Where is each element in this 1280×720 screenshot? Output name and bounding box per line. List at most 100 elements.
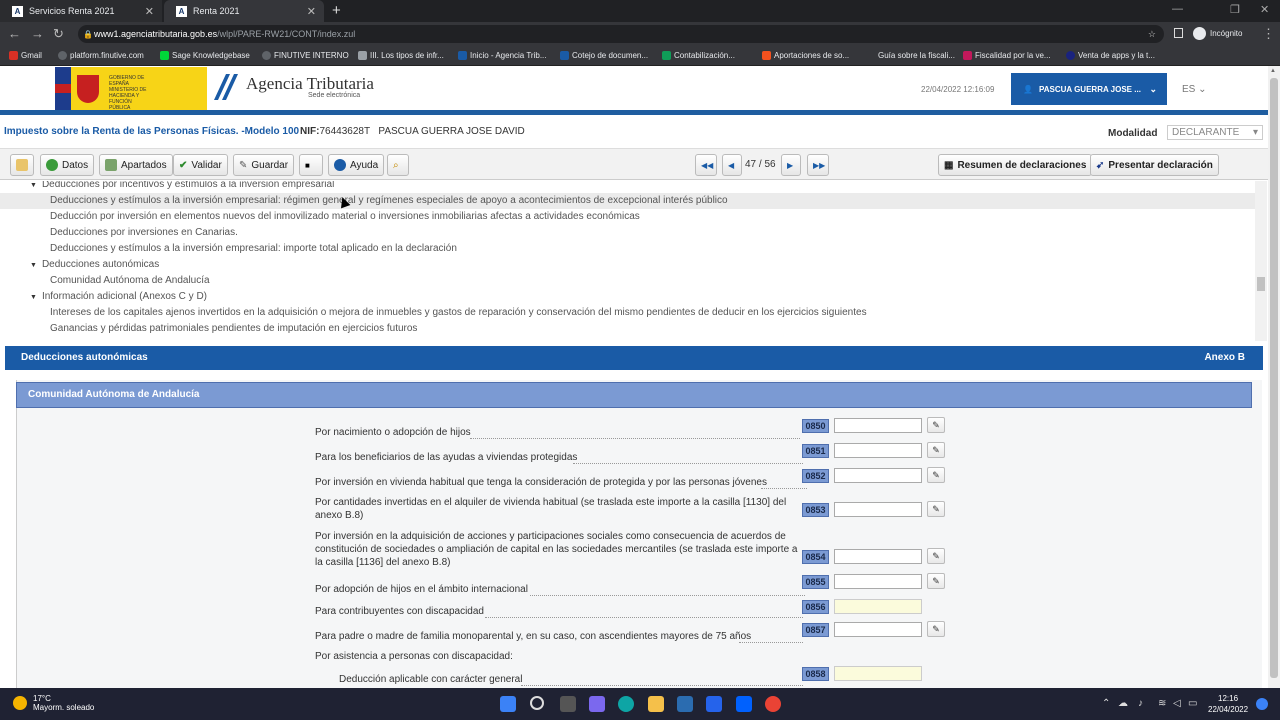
page-scrollbar[interactable]: ▲ [1268, 66, 1280, 688]
agencia-mark-icon [214, 74, 238, 100]
bookmark-item[interactable]: platform.finutive.com [58, 51, 144, 60]
amount-input[interactable] [834, 549, 922, 564]
user-menu-button[interactable]: 👤 PASCUA GUERRA JOSE ... ⌄ [1011, 73, 1167, 105]
prev-page-button[interactable]: ◀ [722, 154, 742, 176]
bookmark-item[interactable]: FINUTIVE INTERNO [262, 51, 349, 60]
start-icon[interactable] [500, 696, 516, 712]
close-tab-icon[interactable]: ✕ [145, 5, 154, 18]
pencil-icon: ✎ [932, 470, 940, 480]
apartados-button[interactable]: Apartados [99, 154, 173, 176]
guardar-button[interactable]: ✎ Guardar [233, 154, 295, 176]
tree-item[interactable]: Deducciones y estímulos a la inversión e… [0, 193, 1255, 209]
weather-widget[interactable]: 17°C Mayorm. soleado [13, 694, 94, 712]
bookmark-item[interactable]: Fiscalidad por la ve... [963, 51, 1051, 60]
bookmark-item[interactable]: Guía sobre la fiscali... [866, 51, 955, 60]
edit-button[interactable]: ✎ [927, 442, 945, 458]
system-clock[interactable]: 12:16 22/04/2022 [1208, 693, 1248, 715]
tree-item[interactable]: Deducciones por inversiones en Canarias. [0, 225, 1255, 241]
tree-item[interactable]: ▼ Deducciones por incentivos y estímulos … [0, 181, 1255, 193]
presentar-button[interactable]: ➹ Presentar declaración [1090, 154, 1219, 176]
search-button[interactable]: ⌕ [387, 154, 409, 176]
bookmark-item[interactable]: III. Los tipos de infr... [358, 51, 444, 60]
tree-item[interactable]: ▼ Deducciones autonómicas [0, 257, 1255, 273]
chrome-icon[interactable] [765, 696, 781, 712]
close-window-icon[interactable]: ✕ [1260, 3, 1269, 16]
ayuda-button[interactable]: Ayuda [328, 154, 385, 176]
ayuda-label: Ayuda [350, 159, 379, 171]
battery-icon[interactable]: ▭ [1188, 698, 1197, 709]
chevron-up-icon[interactable]: ⌃ [1102, 698, 1110, 709]
side-panel-icon[interactable] [1174, 28, 1183, 38]
tree-item[interactable]: Deducción por inversión en elementos nue… [0, 209, 1255, 225]
store-icon[interactable] [677, 696, 693, 712]
amount-input[interactable] [834, 468, 922, 483]
edit-button[interactable]: ✎ [927, 417, 945, 433]
bookmark-item[interactable]: Sage Knowledgebase [160, 51, 250, 60]
edit-button[interactable]: ✎ [927, 467, 945, 483]
menu-dots-icon[interactable]: ⋮ [1262, 26, 1275, 42]
browser-tab-active[interactable]: A Renta 2021 ✕ [164, 0, 324, 22]
minimize-icon[interactable]: — [1172, 3, 1183, 15]
incognito-badge[interactable]: Incógnito [1193, 27, 1242, 40]
pencil-icon: ✎ [932, 576, 940, 586]
bookmark-star-icon[interactable]: ☆ [1148, 29, 1156, 40]
edit-button[interactable]: ✎ [927, 621, 945, 637]
dropbox-icon[interactable] [736, 696, 752, 712]
edit-button[interactable]: ✎ [927, 548, 945, 564]
agencia-logo[interactable]: Agencia Tributaria Sede electrónica [212, 72, 374, 102]
resumen-button[interactable]: ▦ Resumen de declaraciones [938, 154, 1093, 176]
amount-input[interactable] [834, 418, 922, 433]
validar-button[interactable]: ✔ Validar [173, 154, 228, 176]
calendar-button[interactable] [10, 154, 34, 176]
reload-icon[interactable]: ↻ [53, 26, 64, 42]
modalidad-select[interactable]: DECLARANTE ▾ [1167, 125, 1263, 140]
bookmark-item[interactable]: Aportaciones de so... [762, 51, 849, 60]
edit-button[interactable]: ✎ [927, 501, 945, 517]
amount-input[interactable] [834, 443, 922, 458]
bookmark-item[interactable]: Cotejo de documen... [560, 51, 648, 60]
bookmark-item[interactable]: Venta de apps y la t... [1066, 51, 1155, 60]
sheet-icon [662, 51, 671, 60]
tree-item[interactable]: ▼ Información adicional (Anexos C y D) [0, 289, 1255, 305]
url-field[interactable]: 🔒 www1.agenciatributaria.gob.es/wlpl/PAR… [78, 25, 1164, 43]
back-icon[interactable]: ← [8, 26, 21, 41]
notification-icon[interactable] [1256, 698, 1268, 710]
last-page-button[interactable]: ▶▶ [807, 154, 829, 176]
restore-icon[interactable]: ❐ [1230, 3, 1240, 16]
tree-scrollbar[interactable] [1255, 181, 1267, 341]
amount-input[interactable] [834, 622, 922, 637]
new-tab-button[interactable]: + [332, 2, 341, 19]
mail-icon[interactable] [706, 696, 722, 712]
close-tab-icon[interactable]: ✕ [307, 5, 316, 18]
teams-icon[interactable] [589, 696, 605, 712]
tree-item[interactable]: Intereses de los capitales ajenos invert… [0, 305, 1255, 321]
modalidad-value: DECLARANTE [1172, 127, 1240, 138]
amount-input[interactable] [834, 502, 922, 517]
first-page-button[interactable]: ◀◀ [695, 154, 717, 176]
next-page-button[interactable]: ▶ [781, 154, 801, 176]
bookmark-item[interactable]: Contabilización... [662, 51, 735, 60]
tree-item[interactable]: Ganancias y pérdidas patrimoniales pendi… [0, 321, 1255, 337]
wifi-icon[interactable]: ≋ [1158, 698, 1166, 709]
record-button[interactable]: ■ [299, 154, 323, 176]
tree-item[interactable]: Deducciones y estímulos a la inversión e… [0, 241, 1255, 257]
file-explorer-icon[interactable] [648, 696, 664, 712]
task-view-icon[interactable] [560, 696, 576, 712]
scroll-up-icon[interactable]: ▲ [1270, 68, 1276, 74]
language-selector[interactable]: ES ⌄ [1182, 84, 1207, 95]
volume-icon[interactable]: ◁ [1173, 698, 1181, 709]
bookmark-item[interactable]: Inicio - Agencia Trib... [458, 51, 546, 60]
edge-icon[interactable] [618, 696, 634, 712]
cloud-icon[interactable]: ☁ [1118, 698, 1128, 709]
tree-item[interactable]: Comunidad Autónoma de Andalucía [0, 273, 1255, 289]
amount-input[interactable] [834, 574, 922, 589]
scrollbar-thumb[interactable] [1257, 277, 1265, 291]
bookmark-item[interactable]: Gmail [9, 51, 42, 60]
datos-button[interactable]: Datos [40, 154, 95, 176]
browser-tab[interactable]: A Servicios Renta 2021 ✕ [0, 0, 162, 22]
edit-button[interactable]: ✎ [927, 573, 945, 589]
search-icon[interactable] [530, 696, 544, 710]
forward-icon[interactable]: → [31, 26, 44, 41]
mic-icon[interactable]: ♪ [1138, 698, 1143, 709]
scrollbar-thumb[interactable] [1270, 78, 1278, 678]
